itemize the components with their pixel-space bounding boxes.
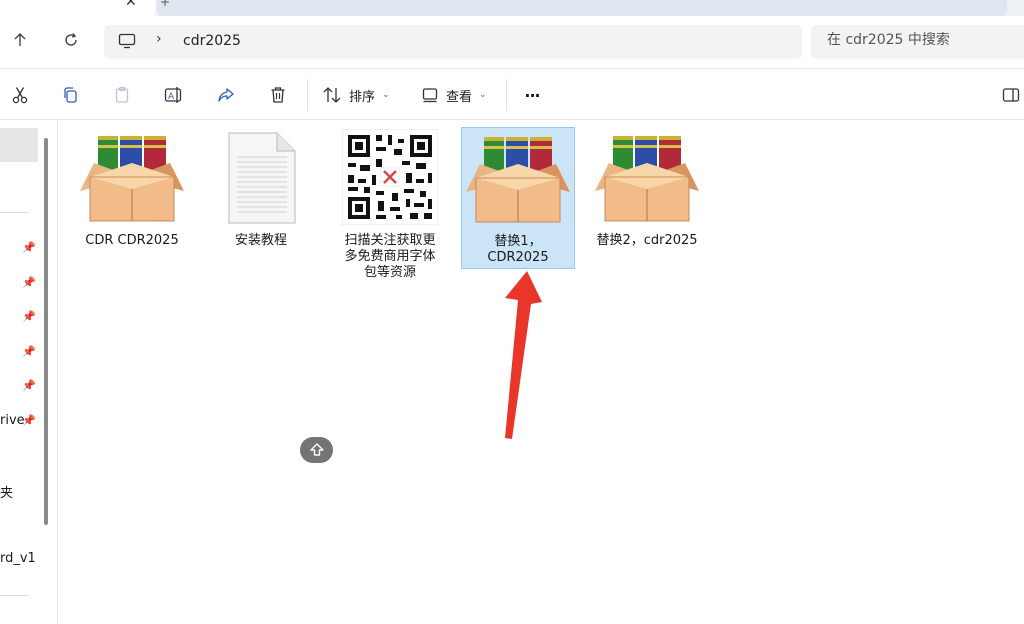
view-icon bbox=[422, 88, 438, 103]
address-bar[interactable]: › cdr2025 bbox=[104, 25, 802, 59]
pane-divider[interactable] bbox=[57, 120, 58, 624]
sidebar-item-label[interactable]: rive bbox=[0, 413, 25, 428]
details-pane-button[interactable] bbox=[998, 81, 1024, 109]
pin-icon: 📌 bbox=[22, 241, 36, 254]
pin-icon: 📌 bbox=[22, 414, 36, 427]
file-name: 安装教程 bbox=[234, 233, 287, 248]
delete-button[interactable] bbox=[264, 81, 292, 109]
pin-icon: 📌 bbox=[22, 276, 36, 289]
search-box[interactable] bbox=[811, 25, 1024, 59]
more-options-button[interactable]: ··· bbox=[518, 81, 546, 109]
scissors-icon bbox=[12, 87, 28, 104]
command-bar: A 排序 ⌄ 查看 ⌄ ··· bbox=[0, 68, 1024, 120]
sidebar-selected-item[interactable] bbox=[0, 128, 38, 162]
navigation-pane: 📌 📌 📌 📌 📌 rive 📌 夹 rd_v1 bbox=[0, 120, 50, 624]
text-document-icon bbox=[228, 132, 296, 224]
sidebar-item-label[interactable]: 夹 bbox=[0, 482, 13, 501]
rename-button[interactable]: A bbox=[160, 81, 188, 109]
sidebar-item-label[interactable]: rd_v1 bbox=[0, 551, 36, 566]
view-button[interactable]: 查看 ⌄ bbox=[421, 81, 487, 109]
up-arrow-icon[interactable] bbox=[6, 26, 34, 54]
tab-strip-background bbox=[157, 0, 1007, 16]
file-name: CDR CDR2025 bbox=[85, 233, 179, 248]
toolbar-divider bbox=[307, 79, 308, 111]
file-item-qr-code[interactable]: 扫描关注获取更 多免费商用字体 包等资源 bbox=[333, 127, 447, 280]
toolbar-divider bbox=[506, 79, 507, 111]
file-item-cdr-cdr2025[interactable]: CDR CDR2025 bbox=[75, 127, 189, 269]
svg-text:A: A bbox=[168, 92, 175, 102]
new-tab-icon[interactable]: + bbox=[160, 0, 170, 9]
view-label: 查看 bbox=[446, 89, 473, 105]
sort-label: 排序 bbox=[349, 89, 376, 105]
trash-icon bbox=[271, 87, 285, 103]
sidebar-divider bbox=[0, 595, 28, 596]
details-pane-icon bbox=[1002, 88, 1020, 102]
chevron-down-icon: ⌄ bbox=[382, 90, 390, 100]
file-item-install-guide[interactable]: 安装教程 bbox=[204, 127, 318, 269]
rename-icon: A bbox=[164, 87, 182, 103]
pin-icon: 📌 bbox=[22, 310, 36, 323]
file-name: 替换2，cdr2025 bbox=[596, 233, 698, 248]
sort-icon bbox=[323, 87, 341, 103]
file-name: 替换1， CDR2025 bbox=[487, 234, 549, 265]
tab-strip: ✕ + bbox=[0, 0, 1024, 16]
copy-icon bbox=[64, 87, 77, 103]
breadcrumb-current-folder[interactable]: cdr2025 bbox=[183, 33, 241, 49]
pin-icon: 📌 bbox=[22, 345, 36, 358]
pin-icon: 📌 bbox=[22, 379, 36, 392]
sort-button[interactable]: 排序 ⌄ bbox=[322, 81, 390, 109]
sidebar-scrollbar[interactable] bbox=[44, 138, 48, 525]
file-item-replace-1-selected[interactable]: 替换1， CDR2025 bbox=[461, 127, 575, 269]
close-tab-icon[interactable]: ✕ bbox=[125, 0, 137, 10]
arrow-up-icon bbox=[309, 443, 324, 456]
search-input[interactable] bbox=[827, 32, 1017, 48]
file-name: 扫描关注获取更 多免费商用字体 包等资源 bbox=[344, 233, 436, 280]
share-button[interactable] bbox=[212, 81, 240, 109]
breadcrumb-chevron-icon[interactable]: › bbox=[156, 31, 162, 47]
refresh-icon[interactable] bbox=[57, 26, 85, 54]
qr-code-icon bbox=[342, 129, 438, 225]
sidebar-divider bbox=[0, 212, 28, 213]
share-icon bbox=[218, 88, 234, 102]
clipboard-icon bbox=[115, 86, 129, 103]
copy-button[interactable] bbox=[56, 81, 84, 109]
this-pc-icon bbox=[118, 33, 136, 53]
file-item-replace-2[interactable]: 替换2，cdr2025 bbox=[590, 127, 704, 269]
cut-button[interactable] bbox=[6, 81, 34, 109]
archive-box-icon bbox=[466, 134, 570, 224]
chevron-down-icon: ⌄ bbox=[479, 90, 487, 100]
archive-box-icon bbox=[80, 133, 184, 223]
scroll-to-top-button[interactable] bbox=[300, 437, 333, 463]
archive-box-icon bbox=[595, 133, 699, 223]
paste-button[interactable] bbox=[108, 81, 136, 109]
